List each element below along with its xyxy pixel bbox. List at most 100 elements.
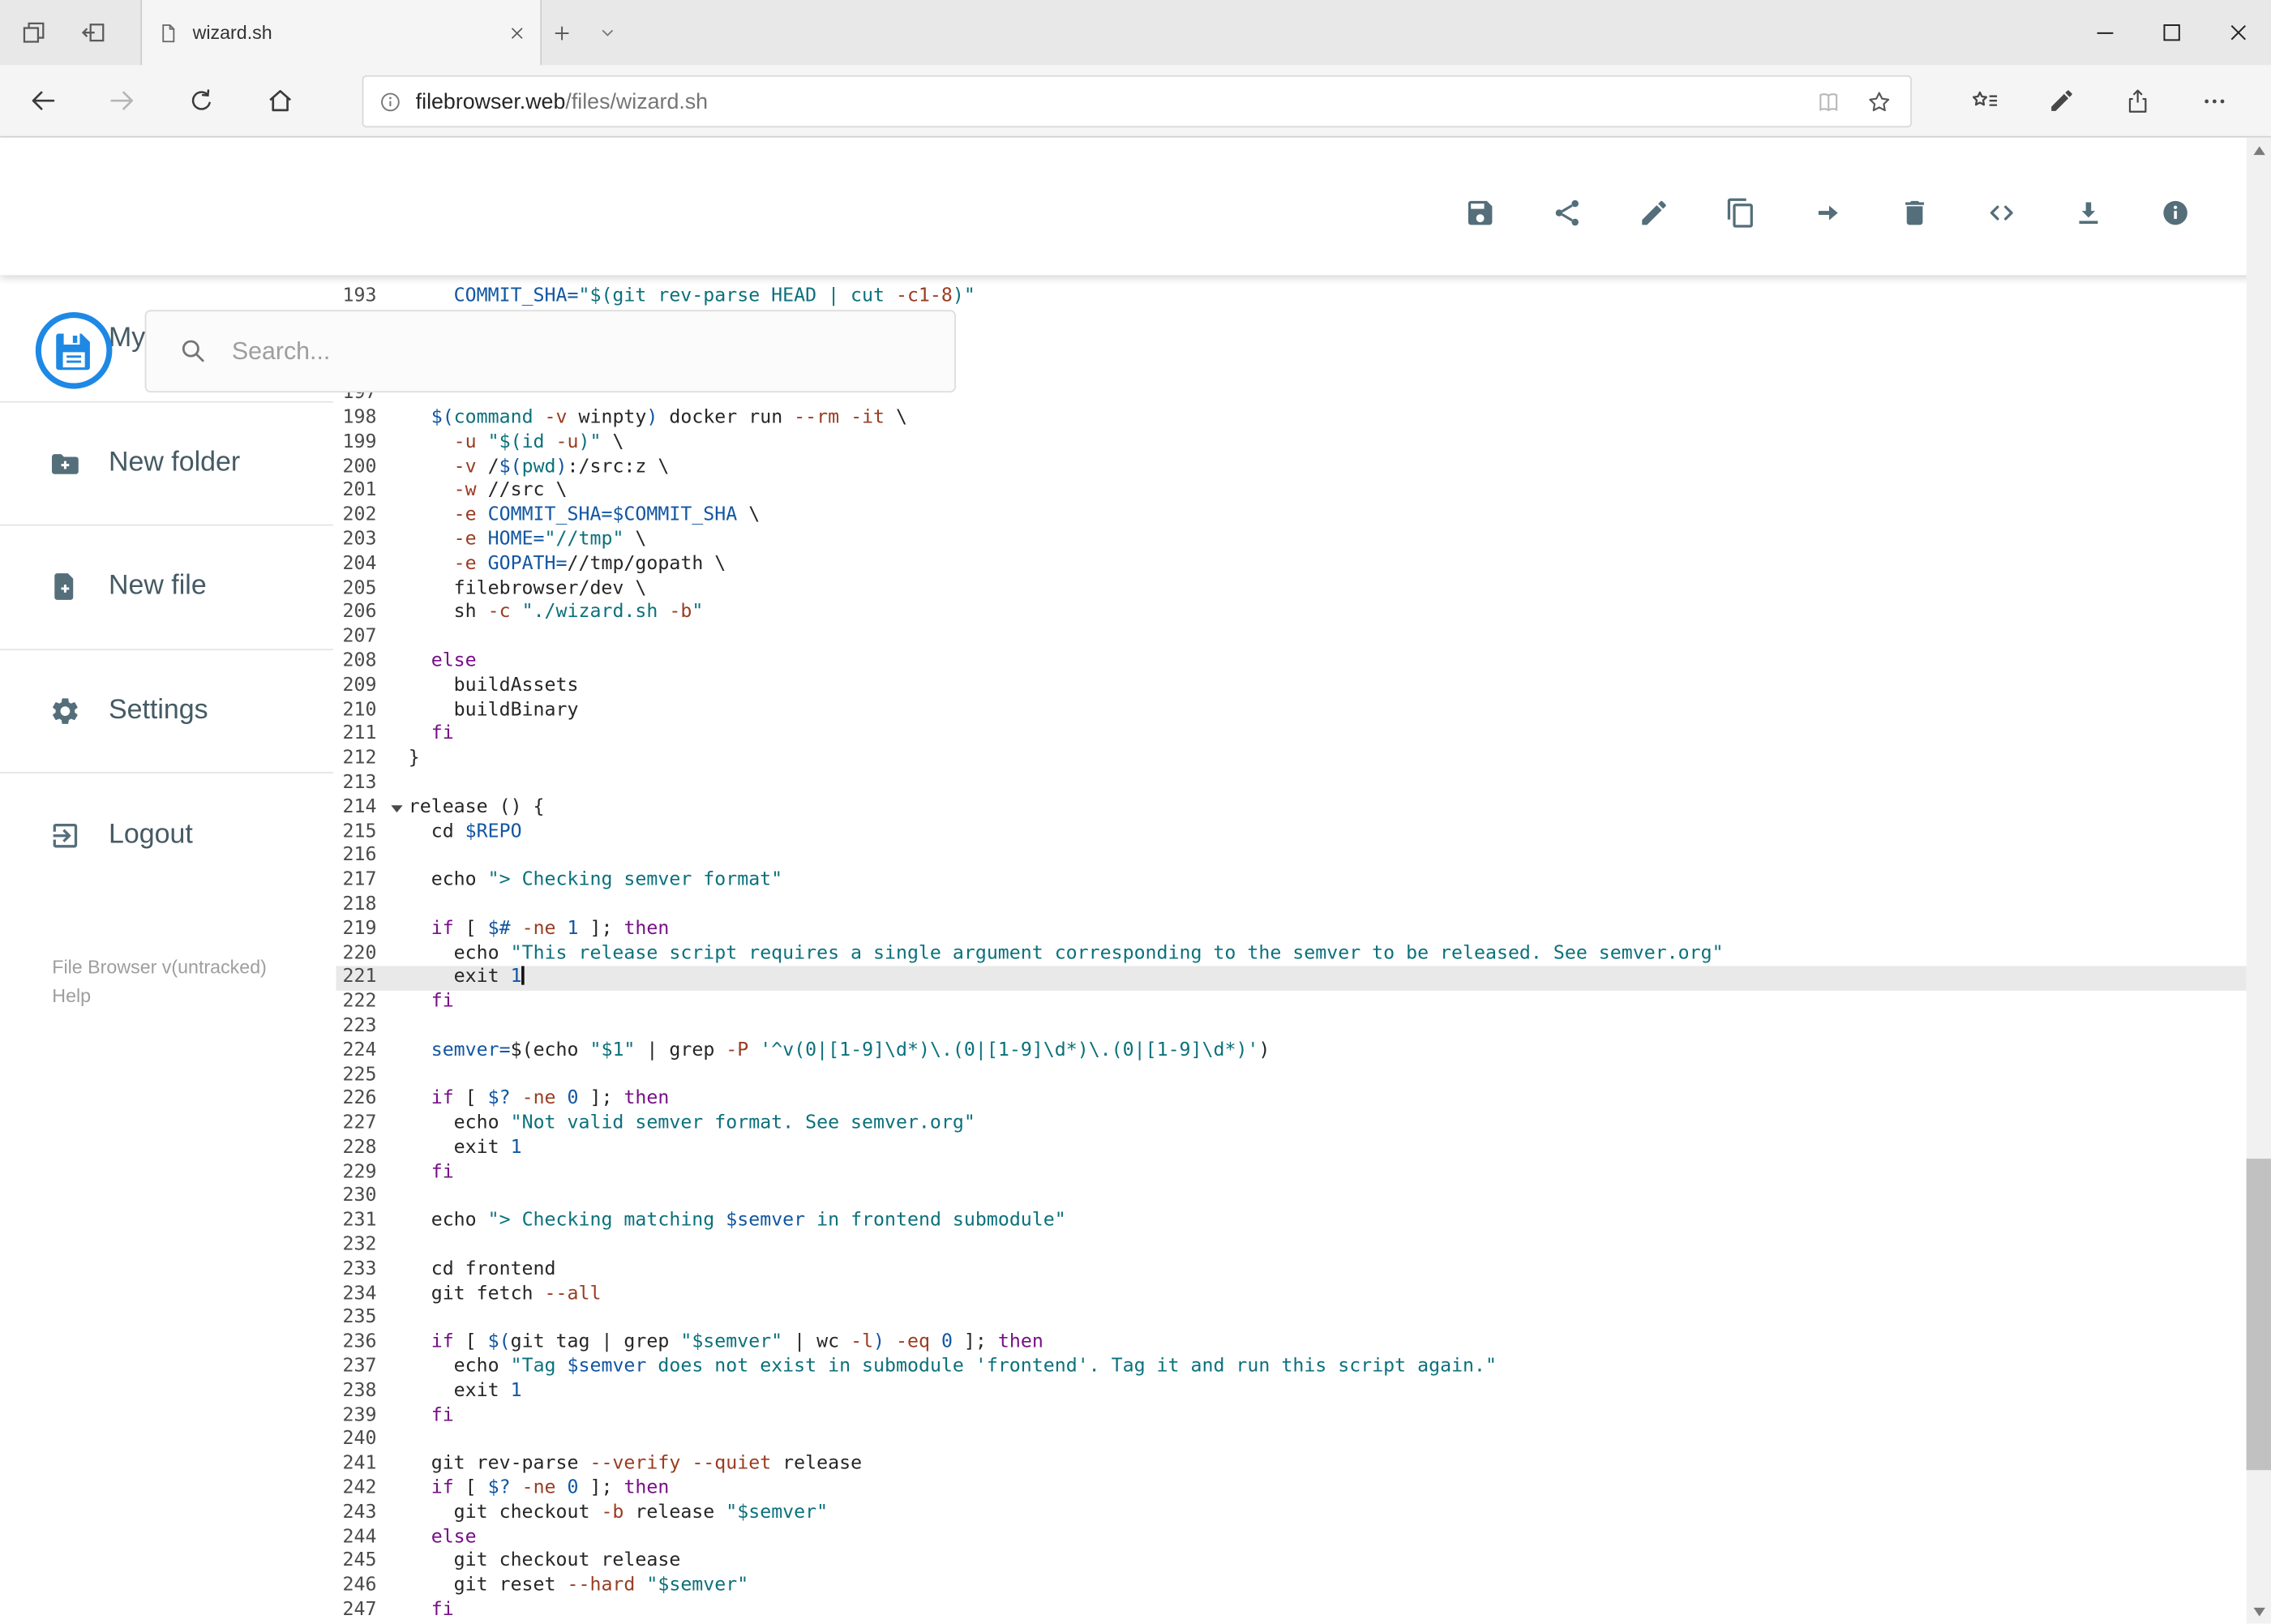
editor-line[interactable]: 198 $(command -v winpty) docker run --rm… (336, 407, 2246, 431)
editor-line[interactable]: 239 fi (336, 1404, 2246, 1429)
more-button[interactable] (2200, 86, 2229, 115)
editor-line-active[interactable]: 221 exit 1 (336, 966, 2247, 992)
editor-line[interactable]: 228 exit 1 (336, 1137, 2246, 1161)
share-file-button[interactable] (1551, 197, 1583, 229)
line-number: 232 (342, 1234, 377, 1256)
share-button[interactable] (2123, 86, 2153, 115)
refresh-button[interactable] (186, 86, 216, 115)
url-text[interactable]: filebrowser.web/files/wizard.sh (416, 89, 708, 114)
editor-line[interactable]: 224 semver=$(echo "$1" | grep -P '^v(0|[… (336, 1039, 2246, 1064)
sidebar-item-new-folder[interactable]: New folder (0, 402, 333, 526)
set-tabs-aside-button[interactable] (79, 19, 107, 46)
editor-line[interactable]: 229 fi (336, 1161, 2246, 1185)
editor-line[interactable]: 214 release () { (336, 796, 2246, 821)
editor-line[interactable]: 231 echo "> Checking matching $semver in… (336, 1210, 2246, 1234)
editor-line[interactable]: 220 echo "This release script requires a… (336, 942, 2246, 966)
editor-line[interactable]: 225 (336, 1064, 2246, 1088)
editor-line[interactable]: 210 buildBinary (336, 699, 2246, 723)
sidebar-item-new-file[interactable]: New file (0, 526, 333, 650)
help-link[interactable]: Help (52, 982, 267, 1011)
editor-line[interactable]: 222 fi (336, 991, 2246, 1015)
back-button[interactable] (28, 85, 58, 116)
editor-line[interactable]: 199 -u "$(id -u)" \ (336, 431, 2246, 456)
editor-line[interactable]: 193 COMMIT_SHA="$(git rev-parse HEAD | c… (336, 285, 2246, 310)
scroll-down-button[interactable] (2247, 1600, 2271, 1624)
tab-list-button[interactable] (597, 22, 619, 44)
editor-line[interactable]: 218 (336, 893, 2246, 918)
address-bar[interactable]: filebrowser.web/files/wizard.sh (362, 75, 1912, 128)
editor-line[interactable]: 243 git checkout -b release "$semver" (336, 1502, 2246, 1526)
rename-button[interactable] (1638, 197, 1669, 229)
app-logo[interactable] (33, 310, 114, 391)
search-input[interactable] (229, 335, 955, 367)
scroll-up-button[interactable] (2247, 138, 2271, 162)
editor-line[interactable]: 234 git fetch --all (336, 1283, 2246, 1307)
copy-button[interactable] (1725, 197, 1757, 229)
close-window-button[interactable] (2205, 0, 2271, 65)
editor-line[interactable]: 208 else (336, 650, 2246, 675)
sidebar-item-settings[interactable]: Settings (0, 650, 333, 774)
editor-line[interactable]: 233 cd frontend (336, 1258, 2246, 1283)
editor-line[interactable]: 246 git reset --hard "$semver" (336, 1575, 2246, 1599)
editor-line[interactable]: 216 (336, 845, 2246, 869)
search-box[interactable] (144, 310, 956, 393)
editor-line[interactable]: 204 -e GOPATH=//tmp/gopath \ (336, 553, 2246, 577)
tab-previews-button[interactable] (20, 19, 48, 46)
forward-button[interactable] (107, 85, 138, 116)
reading-view-button[interactable] (1815, 88, 1842, 115)
editor-line[interactable]: 217 echo "> Checking semver format" (336, 869, 2246, 893)
editor-line[interactable]: 226 if [ $? -ne 0 ]; then (336, 1088, 2246, 1112)
book-icon (1815, 88, 1842, 115)
info-button[interactable] (2159, 197, 2191, 229)
home-button[interactable] (265, 85, 296, 116)
editor-line[interactable]: 235 (336, 1307, 2246, 1331)
editor-line[interactable]: 247 fi (336, 1599, 2246, 1623)
editor-line[interactable]: 202 -e COMMIT_SHA=$COMMIT_SHA \ (336, 504, 2246, 529)
editor-line[interactable]: 213 (336, 772, 2246, 796)
editor-line[interactable]: 205 filebrowser/dev \ (336, 577, 2246, 602)
add-favorite-button[interactable] (1866, 88, 1893, 115)
editor-line[interactable]: 201 -w //src \ (336, 480, 2246, 504)
editor-line[interactable]: 200 -v /$(pwd):/src:z \ (336, 456, 2246, 480)
editor-line[interactable]: 242 if [ $? -ne 0 ]; then (336, 1477, 2246, 1502)
editor-line[interactable]: 238 exit 1 (336, 1380, 2246, 1404)
editor-line[interactable]: 237 echo "Tag $semver does not exist in … (336, 1356, 2246, 1380)
editor-line[interactable]: 209 buildAssets (336, 675, 2246, 699)
editor-line[interactable]: 240 (336, 1429, 2246, 1453)
editor-line[interactable]: 211 fi (336, 723, 2246, 748)
page-scrollbar[interactable] (2246, 137, 2271, 1624)
switch-view-button[interactable] (1986, 197, 2017, 229)
save-button[interactable] (1464, 197, 1496, 229)
sidebar-item-logout[interactable]: Logout (0, 774, 333, 898)
editor-line[interactable]: 241 git rev-parse --verify --quiet relea… (336, 1453, 2246, 1477)
editor-line[interactable]: 230 (336, 1185, 2246, 1210)
editor-line[interactable]: 223 (336, 1015, 2246, 1039)
browser-tab[interactable]: wizard.sh (140, 0, 542, 66)
code-editor[interactable]: 193 COMMIT_SHA="$(git rev-parse HEAD | c… (336, 285, 2247, 1623)
tab-close-button[interactable] (508, 24, 525, 41)
download-button[interactable] (2072, 197, 2104, 229)
new-tab-button[interactable] (551, 21, 574, 45)
editor-line[interactable]: 215 cd $REPO (336, 821, 2246, 845)
site-info-icon[interactable] (378, 89, 402, 114)
editor-line[interactable]: 207 (336, 626, 2246, 650)
editor-line[interactable]: 206 sh -c "./wizard.sh -b" (336, 602, 2246, 626)
editor-line[interactable]: 236 if [ $(git tag | grep "$semver" | wc… (336, 1331, 2246, 1356)
scrollbar-thumb[interactable] (2246, 1159, 2271, 1471)
editor-line[interactable]: 232 (336, 1234, 2246, 1258)
move-button[interactable] (1812, 197, 1844, 229)
editor-line[interactable]: 244 else (336, 1526, 2246, 1550)
line-number: 223 (342, 1015, 377, 1037)
editor-line[interactable]: 212} (336, 748, 2246, 772)
minimize-button[interactable] (2071, 0, 2137, 65)
maximize-button[interactable] (2138, 0, 2205, 65)
editor-line[interactable]: 227 echo "Not valid semver format. See s… (336, 1112, 2246, 1137)
hub-button[interactable] (1969, 85, 2000, 116)
fold-caret-icon[interactable] (391, 804, 403, 812)
annotate-button[interactable] (2048, 87, 2076, 114)
delete-button[interactable] (1899, 197, 1930, 229)
editor-line[interactable]: 219 if [ $# -ne 1 ]; then (336, 918, 2246, 942)
editor-line[interactable]: 245 git checkout release (336, 1550, 2246, 1575)
editor-line[interactable]: 203 -e HOME="//tmp" \ (336, 529, 2246, 553)
